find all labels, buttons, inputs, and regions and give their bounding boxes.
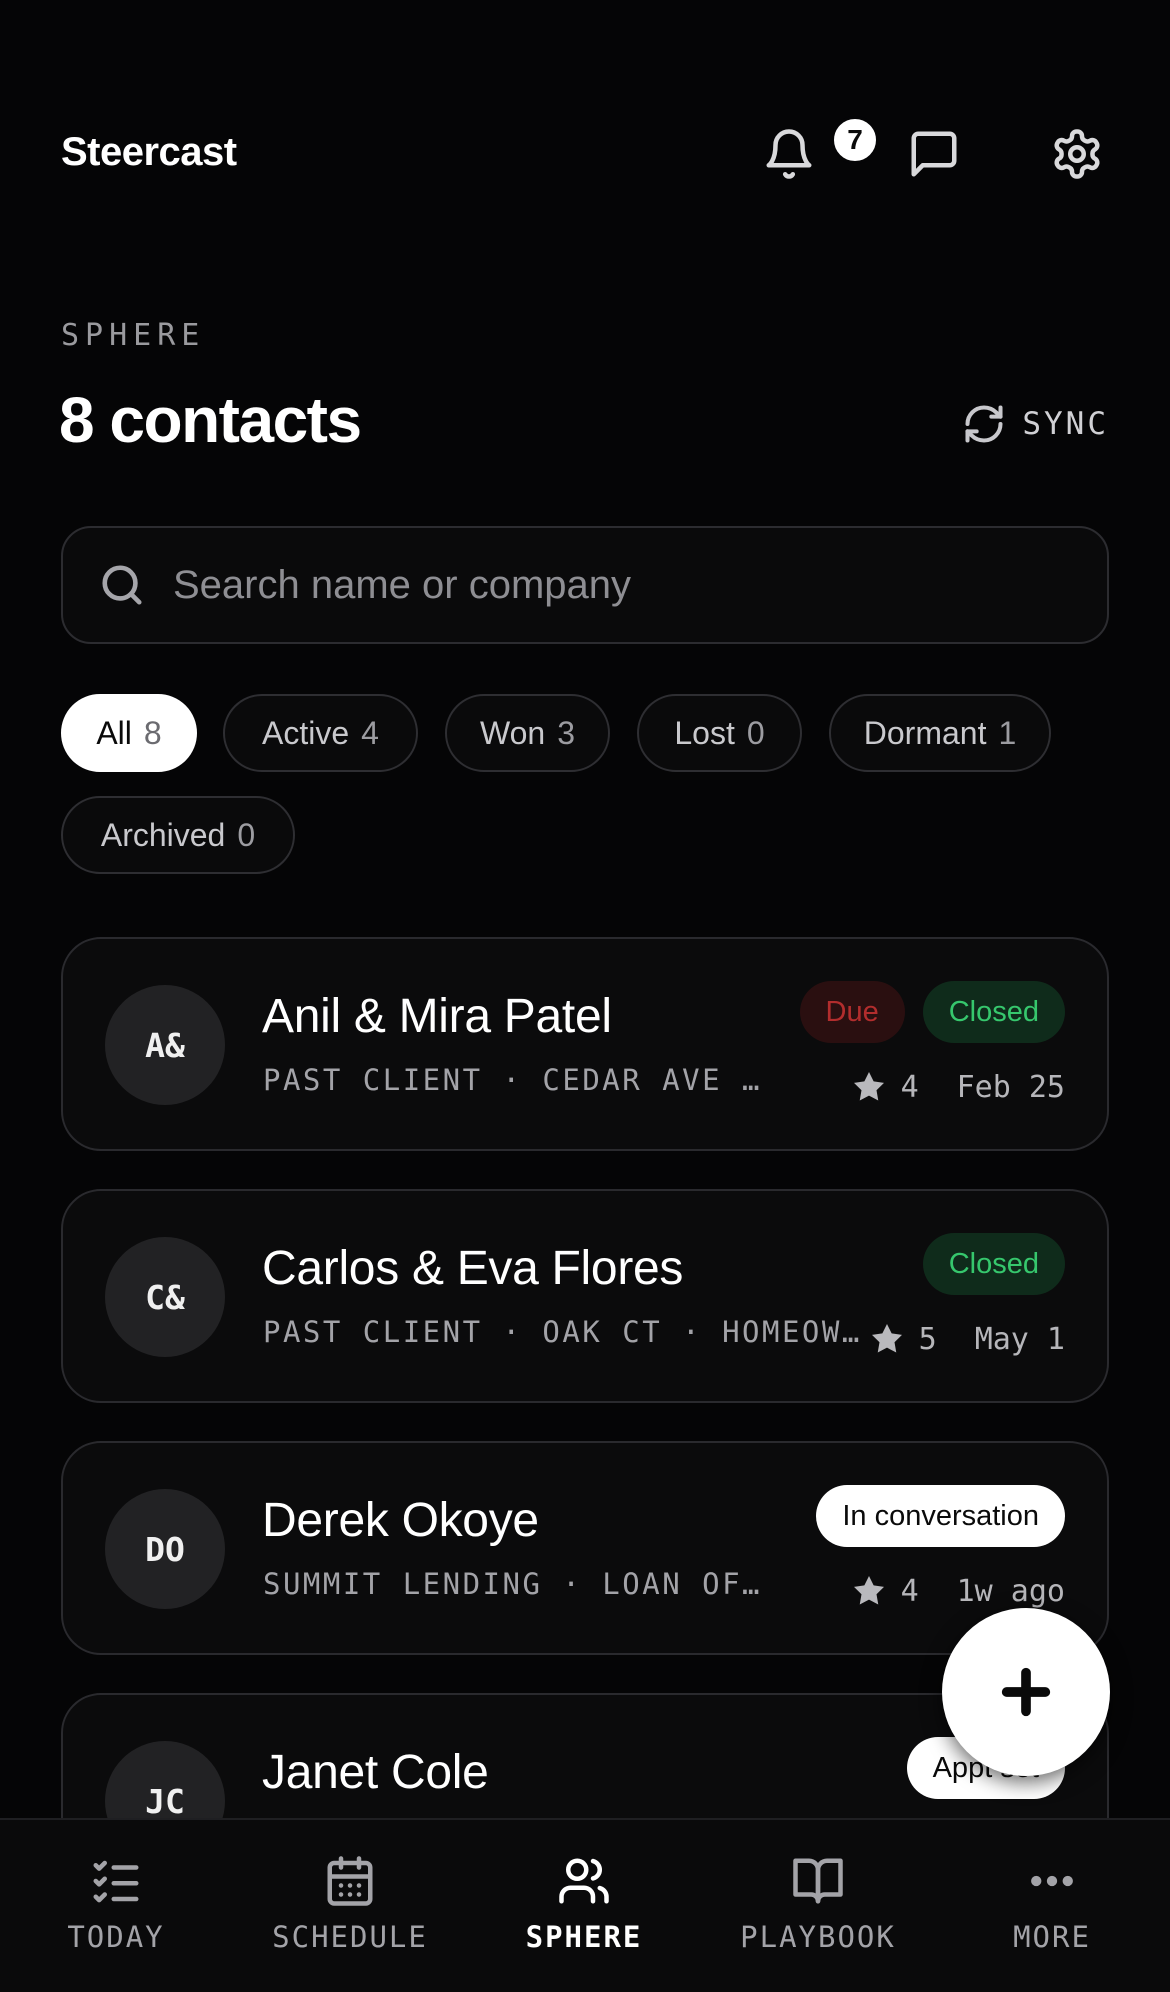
status-badge-closed: Closed	[922, 981, 1065, 1043]
header-actions: 7	[729, 112, 1109, 192]
search-input[interactable]	[173, 562, 1053, 608]
plus-icon	[1001, 1667, 1051, 1717]
contact-subtitle: SUMMIT LENDING · LOAN OF…	[263, 1567, 762, 1601]
nav-label: TODAY	[67, 1920, 165, 1954]
people-icon	[559, 1858, 609, 1904]
contact-card[interactable]: DO Derek Okoye SUMMIT LENDING · LOAN OF……	[61, 1441, 1109, 1655]
status-badge-due: Due	[799, 981, 905, 1043]
nav-label: MORE	[1013, 1920, 1091, 1954]
star-icon	[871, 1324, 902, 1353]
contact-name: Anil & Mira Patel	[262, 990, 612, 1043]
filter-chip-dormant[interactable]: Dormant 1	[829, 694, 1051, 772]
status-badge-in-conversation: In conversation	[816, 1485, 1065, 1547]
status-badge-closed: Closed	[922, 1233, 1065, 1295]
contact-date: 1w ago	[956, 1573, 1065, 1609]
nav-item-more[interactable]: MORE	[952, 1854, 1152, 1954]
filter-chip-all[interactable]: All 8	[61, 694, 197, 772]
filter-chip-lost[interactable]: Lost 0	[637, 694, 802, 772]
filter-chip-count: 3	[557, 714, 575, 751]
filter-chip-label: Archived	[100, 816, 226, 853]
contact-card[interactable]: A& Anil & Mira Patel PAST CLIENT · CEDAR…	[61, 937, 1109, 1151]
filter-chip-active[interactable]: Active 4	[223, 694, 418, 772]
calendar-icon	[327, 1856, 373, 1906]
nav-label: PLAYBOOK	[740, 1920, 896, 1954]
filter-chip-label: Dormant	[863, 714, 987, 751]
contact-tags: In conversation	[816, 1485, 1065, 1547]
contact-subtitle: PAST CLIENT · CEDAR AVE …	[263, 1063, 762, 1097]
filter-chip-won[interactable]: Won 3	[445, 694, 610, 772]
contact-name: Derek Okoye	[262, 1494, 539, 1547]
sync-label: SYNC	[1022, 406, 1109, 442]
notifications-button[interactable]: 7	[759, 116, 879, 184]
book-icon	[793, 1858, 843, 1904]
page-title: 8 contacts	[59, 384, 362, 456]
star-icon	[853, 1072, 884, 1101]
sphere-screen: Steercast 7 SPHERE 8 contacts SYNC Searc…	[0, 0, 1170, 1992]
filter-chip-count: 8	[143, 714, 162, 751]
contact-subtitle: PAST CLIENT · OAK CT · HOMEOW…	[263, 1315, 862, 1349]
app-header: Steercast 7	[61, 112, 1109, 192]
filter-chip-count: 0	[237, 816, 256, 853]
sync-button[interactable]: SYNC	[962, 402, 1109, 446]
message-square-icon	[911, 131, 957, 177]
filter-chip-archived[interactable]: Archived 0	[61, 796, 295, 874]
settings-button[interactable]	[1047, 124, 1107, 184]
contact-meta: 5 May 1	[869, 1321, 1065, 1357]
contact-rating: 5	[918, 1321, 937, 1357]
search-icon	[102, 565, 142, 605]
filter-chip-label: Active	[262, 714, 350, 751]
contact-meta: 4 Feb 25	[851, 1069, 1065, 1105]
checklist-icon	[93, 1860, 139, 1903]
refresh-icon	[965, 405, 1003, 443]
notification-badge: 7	[831, 116, 879, 164]
section-eyebrow: SPHERE	[61, 318, 206, 353]
filter-chip-count: 0	[746, 714, 765, 751]
filter-chip-label: All	[96, 714, 132, 751]
nav-label: SCHEDULE	[272, 1920, 428, 1954]
nav-item-sphere[interactable]: SPHERE	[484, 1854, 684, 1954]
avatar: A&	[105, 985, 225, 1105]
filter-chip-label: Won	[479, 714, 546, 751]
avatar: DO	[105, 1489, 225, 1609]
contact-date: May 1	[974, 1321, 1065, 1357]
contact-rating: 4	[900, 1069, 919, 1105]
gear-icon	[1054, 129, 1100, 179]
contact-rating: 4	[900, 1573, 919, 1609]
star-icon	[853, 1576, 884, 1605]
nav-label: SPHERE	[525, 1920, 643, 1954]
nav-item-today[interactable]: TODAY	[16, 1854, 216, 1954]
contact-card[interactable]: C& Carlos & Eva Flores PAST CLIENT · OAK…	[61, 1189, 1109, 1403]
search-box[interactable]	[61, 526, 1109, 644]
contact-meta: 4 1w ago	[851, 1573, 1065, 1609]
bell-icon	[766, 129, 812, 179]
filter-chip-label: Lost	[674, 714, 735, 751]
filter-chip-count: 1	[998, 714, 1017, 751]
contact-name: Janet Cole	[262, 1746, 489, 1799]
more-icon	[1031, 1875, 1073, 1887]
add-contact-button[interactable]	[942, 1608, 1110, 1776]
contact-date: Feb 25	[956, 1069, 1065, 1105]
filter-chip-count: 4	[361, 714, 379, 751]
contact-tags: Due Closed	[799, 981, 1065, 1043]
nav-item-playbook[interactable]: PLAYBOOK	[718, 1854, 918, 1954]
contact-name: Carlos & Eva Flores	[262, 1242, 684, 1295]
messages-button[interactable]	[904, 124, 964, 184]
avatar: C&	[105, 1237, 225, 1357]
nav-item-schedule[interactable]: SCHEDULE	[250, 1854, 450, 1954]
bottom-nav: TODAY SCHEDULE SPHERE PLAYBOOK MORE	[0, 1818, 1170, 1992]
brand-logo[interactable]: Steercast	[61, 130, 237, 175]
contact-tags: Closed	[922, 1233, 1065, 1295]
